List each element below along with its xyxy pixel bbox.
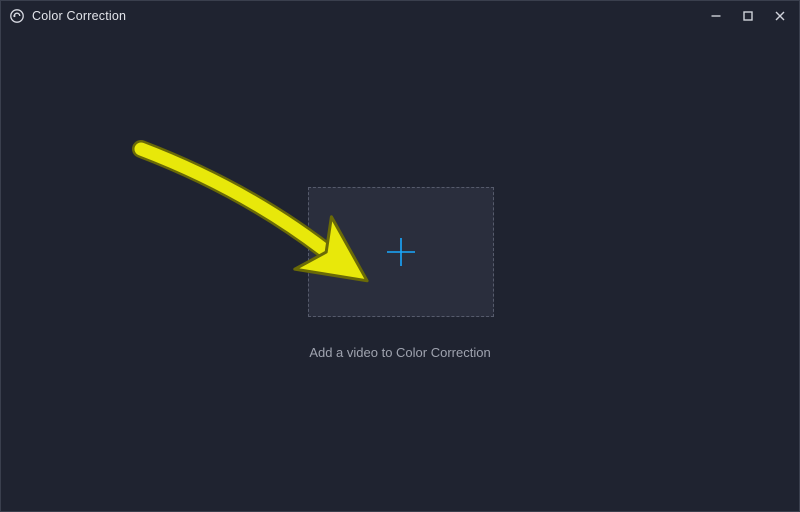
maximize-icon (742, 10, 754, 22)
minimize-icon (710, 10, 722, 22)
app-window: Color Correction (0, 0, 800, 512)
window-title: Color Correction (32, 9, 126, 23)
dropzone-caption: Add a video to Color Correction (1, 345, 799, 360)
add-video-dropzone[interactable] (308, 187, 494, 317)
minimize-button[interactable] (703, 6, 729, 26)
window-controls (703, 6, 793, 26)
close-button[interactable] (767, 6, 793, 26)
content-area: Add a video to Color Correction (1, 31, 799, 511)
titlebar: Color Correction (1, 1, 799, 31)
close-icon (774, 10, 786, 22)
plus-icon (384, 235, 418, 269)
app-icon (9, 8, 25, 24)
maximize-button[interactable] (735, 6, 761, 26)
